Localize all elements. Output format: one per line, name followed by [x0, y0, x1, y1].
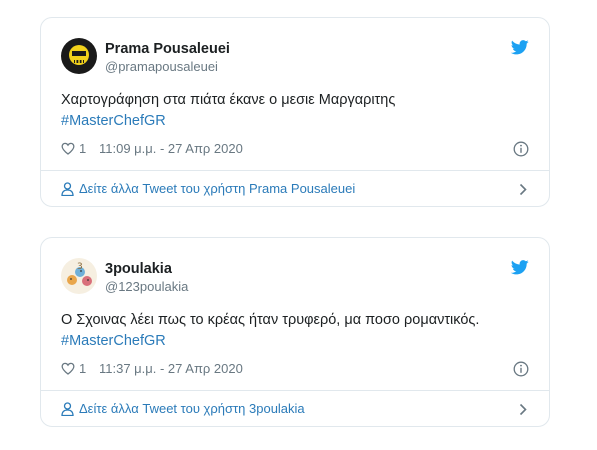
more-tweets-link[interactable]: Δείτε άλλα Tweet του χρήστη Prama Pousal… — [41, 171, 549, 206]
tweet-meta: 1 11:37 μ.μ. - 27 Απρ 2020 — [61, 360, 529, 380]
heart-icon[interactable] — [61, 142, 75, 155]
user-handle[interactable]: @pramapousaleuei — [105, 58, 230, 75]
tweet-body: Ο Σχοινας λέει πως το κρέας ήταν τρυφερό… — [61, 312, 480, 328]
info-icon[interactable] — [513, 141, 529, 157]
info-icon[interactable] — [513, 361, 529, 377]
tweet-header: Prama Pousaleuei @pramapousaleuei — [61, 38, 529, 78]
like-count: 1 — [79, 141, 87, 156]
hashtag-link[interactable]: #MasterChefGR — [61, 111, 529, 132]
heart-icon[interactable] — [61, 362, 75, 375]
tweet-text: Ο Σχοινας λέει πως το κρέας ήταν τρυφερό… — [61, 310, 529, 352]
person-icon — [61, 182, 74, 196]
display-name[interactable]: Prama Pousaleuei — [105, 40, 230, 58]
avatar[interactable]: 3 — [61, 258, 97, 294]
user-handle[interactable]: @123poulakia — [105, 278, 188, 295]
tweet-body: Χαρτογράφηση στα πιάτα έκανε ο μεσιε Μαρ… — [61, 92, 396, 108]
hashtag-link[interactable]: #MasterChefGR — [61, 331, 529, 352]
display-name[interactable]: 3poulakia — [105, 260, 188, 278]
chevron-right-icon[interactable] — [519, 403, 527, 416]
tweet-text: Χαρτογράφηση στα πιάτα έκανε ο μεσιε Μαρ… — [61, 90, 529, 132]
tweet-card: Prama Pousaleuei @pramapousaleuei Χαρτογ… — [40, 17, 550, 207]
twitter-bird-icon[interactable] — [511, 40, 529, 55]
timestamp[interactable]: 11:09 μ.μ. - 27 Απρ 2020 — [99, 141, 243, 156]
more-tweets-label[interactable]: Δείτε άλλα Tweet του χρήστη 3poulakia — [79, 401, 305, 416]
more-tweets-label[interactable]: Δείτε άλλα Tweet του χρήστη Prama Pousal… — [79, 181, 355, 196]
twitter-bird-icon[interactable] — [511, 260, 529, 275]
birds-avatar-icon: 3 — [61, 258, 97, 294]
person-icon — [61, 402, 74, 416]
avatar[interactable] — [61, 38, 97, 74]
skull-avatar-icon — [61, 38, 97, 74]
timestamp[interactable]: 11:37 μ.μ. - 27 Απρ 2020 — [99, 361, 243, 376]
chevron-right-icon[interactable] — [519, 183, 527, 196]
like-count: 1 — [79, 361, 87, 376]
tweet-card: 3 3poulakia @123poulakia Ο Σχοινας λέει … — [40, 237, 550, 427]
more-tweets-link[interactable]: Δείτε άλλα Tweet του χρήστη 3poulakia — [41, 391, 549, 426]
svg-text:3: 3 — [77, 262, 83, 272]
tweet-meta: 1 11:09 μ.μ. - 27 Απρ 2020 — [61, 140, 529, 160]
tweet-header: 3 3poulakia @123poulakia — [61, 258, 529, 298]
